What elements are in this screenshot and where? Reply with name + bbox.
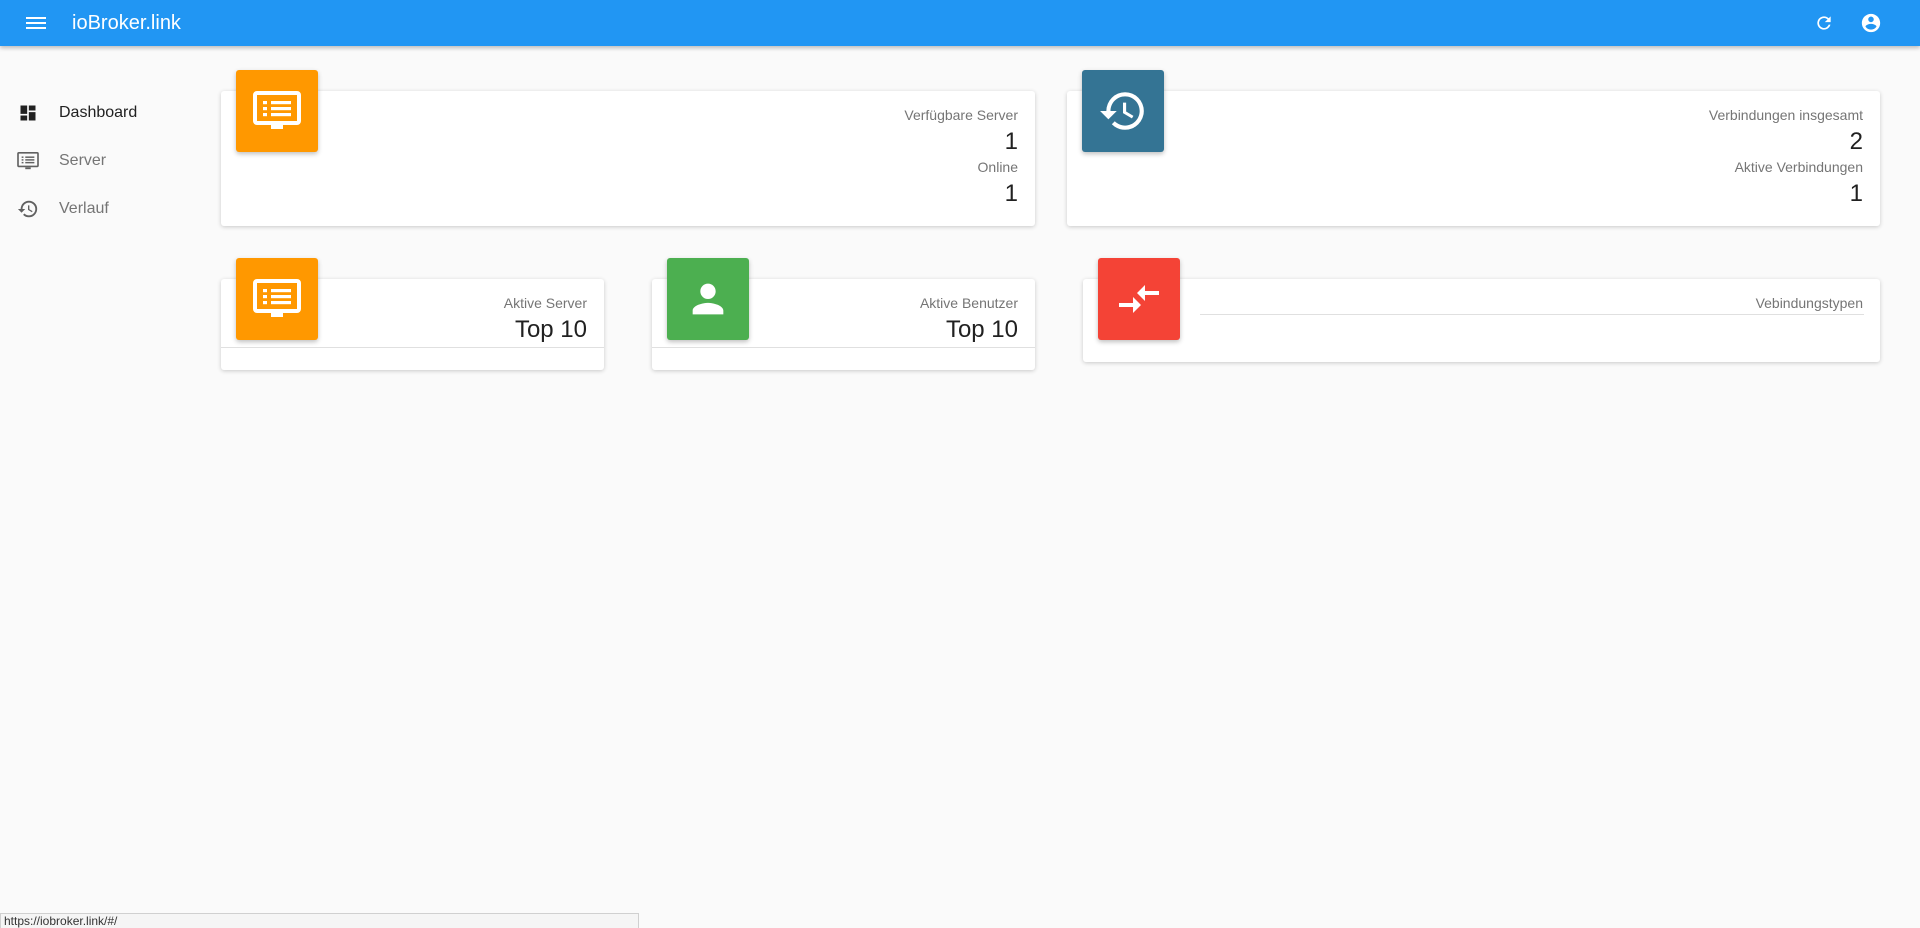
app-title: ioBroker.link (72, 12, 181, 34)
connections-card-badge (1082, 70, 1164, 152)
active-connections-label: Aktive Verbindungen (1734, 159, 1863, 175)
sidebar-item-server[interactable]: Server (0, 141, 200, 181)
active-servers-card-badge (236, 258, 318, 340)
history-icon (16, 197, 40, 221)
active-servers-value: Top 10 (514, 316, 587, 343)
account-circle-icon (1861, 13, 1881, 33)
connection-types-card-badge (1098, 258, 1180, 340)
servers-card-badge (236, 70, 318, 152)
status-bar-url: https://iobroker.link/#/ (0, 913, 639, 928)
sidebar-item-verlauf[interactable]: Verlauf (0, 189, 200, 229)
available-servers-label: Verfügbare Server (904, 107, 1018, 123)
card-divider (221, 347, 604, 348)
menu-icon (26, 17, 46, 29)
sidebar-item-label: Dashboard (59, 104, 138, 121)
compare-arrows-icon (1119, 285, 1159, 313)
sidebar-item-label: Server (59, 152, 107, 169)
server-list-icon (16, 149, 40, 173)
connections-card: Verbindungen insgesamt 2 Aktive Verbindu… (1067, 91, 1880, 226)
sidebar-item-label: Verlauf (59, 200, 109, 217)
app-bar: ioBroker.link (0, 0, 1920, 46)
person-icon (692, 283, 724, 315)
account-button[interactable] (1859, 11, 1883, 35)
refresh-button[interactable] (1812, 11, 1836, 35)
server-list-icon (253, 91, 301, 129)
connection-types-card: Vebindungstypen (1083, 279, 1880, 362)
available-servers-value: 1 (1004, 128, 1018, 155)
active-users-card-badge (667, 258, 749, 340)
total-connections-value: 2 (1849, 128, 1863, 155)
active-connections-value: 1 (1849, 180, 1863, 207)
connection-types-label: Vebindungstypen (1755, 295, 1863, 311)
server-list-icon (253, 279, 301, 317)
servers-card: Verfügbare Server 1 Online 1 (221, 91, 1035, 226)
online-value: 1 (1004, 180, 1018, 207)
card-divider (652, 347, 1035, 348)
total-connections-label: Verbindungen insgesamt (1708, 107, 1863, 123)
active-users-value: Top 10 (945, 316, 1018, 343)
refresh-icon (1817, 16, 1831, 30)
active-users-label: Aktive Benutzer (919, 295, 1018, 311)
sidebar-item-dashboard[interactable]: Dashboard (0, 93, 200, 133)
history-icon (1100, 92, 1144, 130)
card-divider (1200, 314, 1864, 315)
online-label: Online (977, 159, 1018, 175)
menu-button[interactable] (22, 11, 50, 35)
dashboard-icon (16, 101, 40, 125)
active-servers-label: Aktive Server (503, 295, 587, 311)
